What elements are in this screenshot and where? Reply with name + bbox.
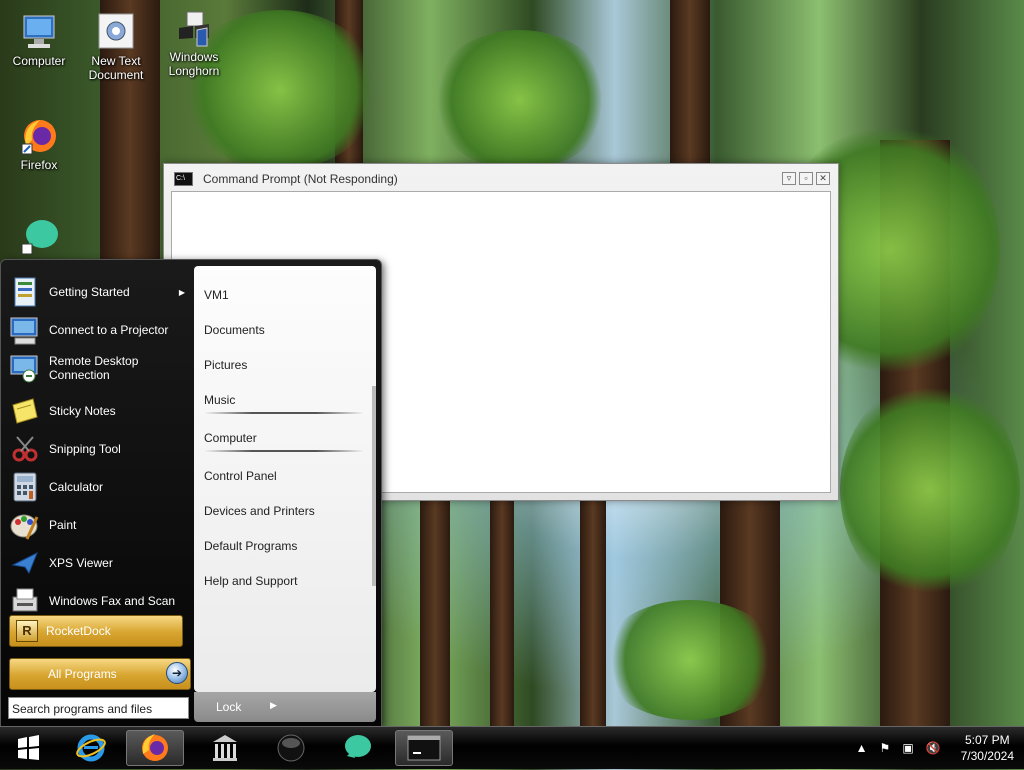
desktop-icon-label: Computer (12, 54, 66, 68)
taskbar: ▲ ⚑ ▣ 🔇 5:07 PM 7/30/2024 (0, 726, 1024, 769)
program-windows-fax-and-scan[interactable]: Windows Fax and Scan (9, 583, 189, 619)
minimize-button[interactable]: ▿ (782, 172, 796, 185)
all-programs-label: All Programs (48, 667, 117, 681)
place-vm1[interactable]: VM1 (204, 288, 229, 302)
places-pane: VM1 Documents Pictures Music Computer Co… (194, 266, 376, 692)
maximize-button[interactable]: ▫ (799, 172, 813, 185)
library-icon (213, 735, 237, 761)
taskbar-chat[interactable] (328, 730, 386, 766)
windows-setup-icon (173, 8, 215, 48)
program-sticky-notes[interactable]: Sticky Notes (9, 393, 189, 429)
close-button[interactable]: ✕ (816, 172, 830, 185)
program-label: Paint (49, 518, 77, 532)
clock-time: 5:07 PM (964, 733, 1010, 747)
taskbar-internet-explorer[interactable] (62, 730, 120, 766)
volume-muted-icon[interactable]: 🔇 (926, 741, 941, 755)
start-button[interactable] (8, 729, 48, 767)
clock-date: 7/30/2024 (960, 749, 1014, 763)
submenu-arrow-icon: ▶ (178, 287, 185, 297)
remote-desktop-icon (9, 352, 41, 384)
program-xps-viewer[interactable]: XPS Viewer (9, 545, 189, 581)
program-label: Remote Desktop Connection (49, 354, 139, 382)
taskbar-firefox[interactable] (126, 730, 184, 766)
all-programs-button[interactable]: All Programs ➔ (9, 658, 191, 690)
program-calculator[interactable]: Calculator (9, 469, 189, 505)
getting-started-icon (9, 276, 41, 308)
rocketdock-label: RocketDock (46, 624, 111, 638)
firefox-icon (142, 734, 168, 761)
sticky-notes-icon (9, 395, 41, 427)
desktop-icon-firefox[interactable]: Firefox (3, 116, 75, 172)
calculator-icon (9, 471, 41, 503)
action-center-flag-icon[interactable]: ⚑ (880, 741, 891, 755)
arrow-right-icon: ➔ (166, 662, 188, 684)
dark-orb-icon (277, 734, 305, 762)
chat-bubble-icon (345, 735, 371, 758)
rocketdock-item[interactable]: R RocketDock (9, 615, 183, 647)
program-label: Sticky Notes (49, 404, 116, 418)
program-snipping-tool[interactable]: Snipping Tool (9, 431, 189, 467)
windows-logo-icon (18, 735, 39, 760)
desktop-icon-label: Firefox (20, 158, 58, 172)
place-devices-and-printers[interactable]: Devices and Printers (204, 504, 315, 518)
taskbar-command-prompt[interactable] (395, 730, 453, 766)
program-label: Windows Fax and Scan (49, 594, 176, 608)
text-document-icon (95, 12, 137, 52)
network-icon[interactable]: ▣ (902, 741, 913, 755)
fax-scan-icon (9, 585, 41, 617)
start-menu: Getting Started ▶ Connect to a Projector… (0, 259, 382, 727)
rocketdock-icon: R (16, 620, 38, 642)
program-remote-desktop-connection[interactable]: Remote Desktop Connection (9, 350, 189, 386)
place-music[interactable]: Music (204, 393, 235, 407)
program-label: Snipping Tool (49, 442, 121, 456)
projector-icon (9, 314, 41, 346)
show-hidden-icons-icon[interactable]: ▲ (856, 741, 868, 755)
chevron-right-icon[interactable]: ▶ (270, 700, 277, 711)
chat-bubble-icon (18, 214, 60, 255)
clock[interactable]: 5:07 PM 7/30/2024 (961, 732, 1014, 764)
desktop-icon-new-text-document[interactable]: New Text Document (80, 12, 152, 82)
place-documents[interactable]: Documents (204, 323, 265, 337)
command-prompt-icon: C:\ (174, 172, 193, 186)
window-controls: ▿ ▫ ✕ (782, 172, 830, 185)
paint-icon (9, 509, 41, 541)
program-label: Getting Started (49, 285, 130, 299)
search-programs-input[interactable]: Search programs and files (8, 697, 189, 719)
desktop-icon-shortcut[interactable] (3, 214, 75, 256)
desktop-icon-label: New Text Document (88, 54, 144, 82)
program-label: Connect to a Projector (49, 323, 169, 337)
internet-explorer-icon (76, 734, 106, 762)
place-help-and-support[interactable]: Help and Support (204, 574, 297, 588)
snipping-tool-icon (9, 433, 41, 465)
lock-label: Lock (216, 700, 242, 714)
desktop-icon-windows-longhorn[interactable]: Windows Longhorn (158, 8, 230, 78)
system-tray: ▲ ⚑ ▣ 🔇 5:07 PM 7/30/2024 (856, 727, 1014, 769)
place-control-panel[interactable]: Control Panel (204, 469, 277, 483)
program-label: XPS Viewer (49, 556, 113, 570)
window-title: Command Prompt (Not Responding) (203, 172, 398, 186)
computer-icon (18, 12, 60, 52)
program-paint[interactable]: Paint (9, 507, 189, 543)
xps-viewer-icon (9, 547, 41, 579)
program-label: Calculator (49, 480, 104, 494)
taskbar-dark-orb[interactable] (262, 730, 320, 766)
place-computer[interactable]: Computer (204, 431, 257, 445)
places-scrollbar[interactable] (372, 386, 376, 586)
desktop-icon-label: Windows Longhorn (168, 50, 220, 78)
window-titlebar[interactable]: C:\ Command Prompt (Not Responding) (174, 170, 398, 188)
firefox-icon (18, 116, 60, 156)
place-pictures[interactable]: Pictures (204, 358, 247, 372)
program-connect-to-a-projector[interactable]: Connect to a Projector (9, 312, 189, 348)
taskbar-library[interactable] (196, 730, 254, 766)
place-default-programs[interactable]: Default Programs (204, 539, 297, 553)
separator (204, 412, 364, 414)
desktop-icon-computer[interactable]: Computer (3, 12, 75, 68)
separator (204, 450, 364, 452)
command-prompt-icon (407, 735, 441, 761)
program-getting-started[interactable]: Getting Started ▶ (9, 274, 189, 310)
lock-button[interactable]: Lock ▶ (194, 692, 376, 722)
